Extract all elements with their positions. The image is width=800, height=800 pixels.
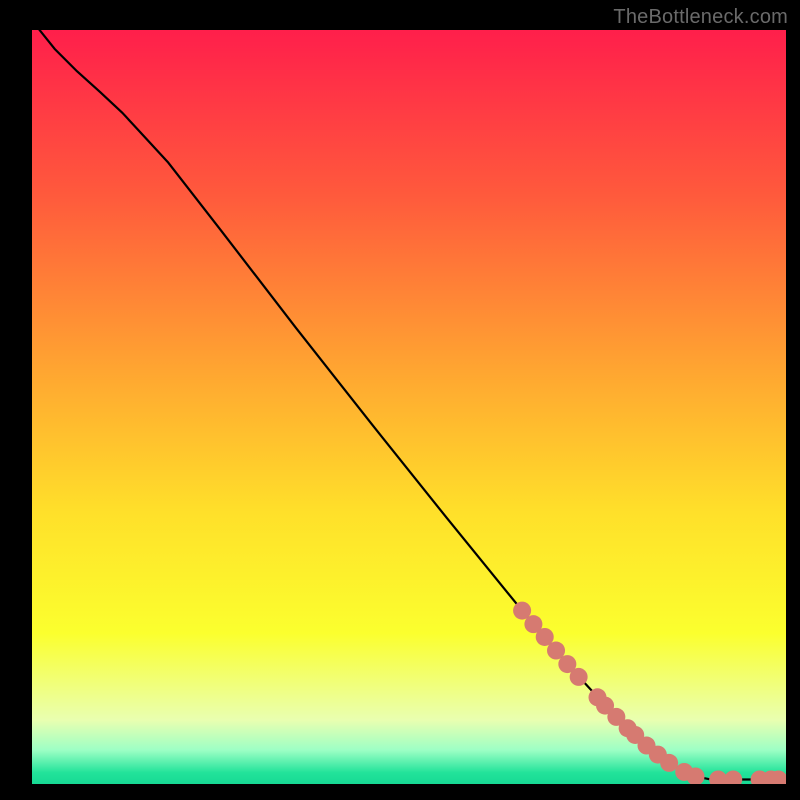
chart-marker <box>660 754 678 772</box>
chart-plot <box>32 30 786 784</box>
chart-marker <box>570 668 588 686</box>
chart-background <box>32 30 786 784</box>
chart-stage: TheBottleneck.com <box>0 0 800 800</box>
attribution-text: TheBottleneck.com <box>613 6 788 29</box>
